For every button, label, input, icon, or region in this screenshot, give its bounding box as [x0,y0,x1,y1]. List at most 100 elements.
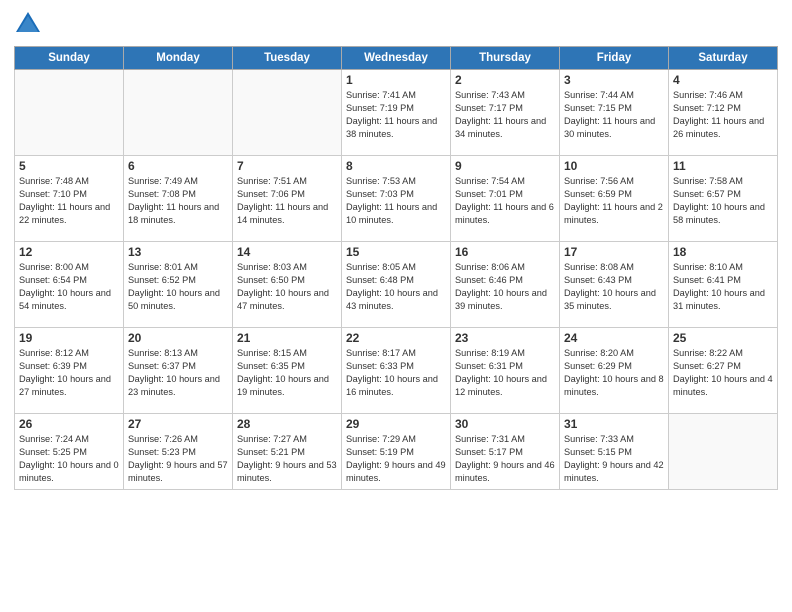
day-number: 21 [237,331,337,345]
day-info: Sunrise: 8:20 AM Sunset: 6:29 PM Dayligh… [564,347,664,399]
calendar-cell: 29 Sunrise: 7:29 AM Sunset: 5:19 PM Dayli… [342,414,451,490]
calendar-body: 1 Sunrise: 7:41 AM Sunset: 7:19 PM Daylig… [15,70,778,490]
day-info: Sunrise: 8:12 AM Sunset: 6:39 PM Dayligh… [19,347,119,399]
calendar-cell: 24 Sunrise: 8:20 AM Sunset: 6:29 PM Dayli… [560,328,669,414]
day-number: 27 [128,417,228,431]
day-header-friday: Friday [560,47,669,70]
calendar-cell: 11Sunrise: 7:58 AM Sunset: 6:57 PM Dayli… [669,156,778,242]
day-number: 19 [19,331,119,345]
day-headers-row: SundayMondayTuesdayWednesdayThursdayFrid… [15,47,778,70]
day-info: Sunrise: 7:43 AM Sunset: 7:17 PM Dayligh… [455,89,555,141]
day-info: Sunrise: 7:49 AM Sunset: 7:08 PM Dayligh… [128,175,228,227]
calendar-cell: 2Sunrise: 7:43 AM Sunset: 7:17 PM Daylig… [451,70,560,156]
week-row-2: 12 Sunrise: 8:00 AM Sunset: 6:54 PM Dayli… [15,242,778,328]
day-number: 18 [673,245,773,259]
calendar-cell: 5 Sunrise: 7:48 AM Sunset: 7:10 PM Daylig… [15,156,124,242]
day-info: Sunrise: 7:33 AM Sunset: 5:15 PM Dayligh… [564,433,664,485]
calendar-cell [124,70,233,156]
day-number: 17 [564,245,664,259]
day-header-thursday: Thursday [451,47,560,70]
calendar-cell: 1 Sunrise: 7:41 AM Sunset: 7:19 PM Daylig… [342,70,451,156]
day-info: Sunrise: 7:51 AM Sunset: 7:06 PM Dayligh… [237,175,337,227]
day-info: Sunrise: 7:58 AM Sunset: 6:57 PM Dayligh… [673,175,773,227]
day-info: Sunrise: 7:24 AM Sunset: 5:25 PM Dayligh… [19,433,119,485]
day-number: 9 [455,159,555,173]
day-number: 26 [19,417,119,431]
logo [14,10,46,38]
day-number: 3 [564,73,664,87]
day-number: 14 [237,245,337,259]
calendar-cell: 14 Sunrise: 8:03 AM Sunset: 6:50 PM Dayli… [233,242,342,328]
calendar-cell: 28 Sunrise: 7:27 AM Sunset: 5:21 PM Dayli… [233,414,342,490]
calendar-cell: 10 Sunrise: 7:56 AM Sunset: 6:59 PM Dayli… [560,156,669,242]
day-info: Sunrise: 7:56 AM Sunset: 6:59 PM Dayligh… [564,175,664,227]
week-row-1: 5 Sunrise: 7:48 AM Sunset: 7:10 PM Daylig… [15,156,778,242]
day-info: Sunrise: 7:26 AM Sunset: 5:23 PM Dayligh… [128,433,228,485]
day-info: Sunrise: 8:01 AM Sunset: 6:52 PM Dayligh… [128,261,228,313]
calendar-cell: 20Sunrise: 8:13 AM Sunset: 6:37 PM Dayli… [124,328,233,414]
day-header-tuesday: Tuesday [233,47,342,70]
day-info: Sunrise: 8:19 AM Sunset: 6:31 PM Dayligh… [455,347,555,399]
calendar-cell: 3 Sunrise: 7:44 AM Sunset: 7:15 PM Daylig… [560,70,669,156]
day-number: 25 [673,331,773,345]
day-info: Sunrise: 7:46 AM Sunset: 7:12 PM Dayligh… [673,89,773,141]
calendar-cell: 9 Sunrise: 7:54 AM Sunset: 7:01 PM Daylig… [451,156,560,242]
day-info: Sunrise: 8:15 AM Sunset: 6:35 PM Dayligh… [237,347,337,399]
day-info: Sunrise: 8:08 AM Sunset: 6:43 PM Dayligh… [564,261,664,313]
calendar-cell: 30 Sunrise: 7:31 AM Sunset: 5:17 PM Dayli… [451,414,560,490]
calendar-cell: 31Sunrise: 7:33 AM Sunset: 5:15 PM Dayli… [560,414,669,490]
day-number: 12 [19,245,119,259]
calendar-cell: 15Sunrise: 8:05 AM Sunset: 6:48 PM Dayli… [342,242,451,328]
day-info: Sunrise: 8:17 AM Sunset: 6:33 PM Dayligh… [346,347,446,399]
calendar-cell: 16 Sunrise: 8:06 AM Sunset: 6:46 PM Dayli… [451,242,560,328]
calendar-cell: 25 Sunrise: 8:22 AM Sunset: 6:27 PM Dayli… [669,328,778,414]
day-number: 6 [128,159,228,173]
day-number: 16 [455,245,555,259]
day-header-wednesday: Wednesday [342,47,451,70]
day-number: 8 [346,159,446,173]
day-info: Sunrise: 8:00 AM Sunset: 6:54 PM Dayligh… [19,261,119,313]
day-info: Sunrise: 8:03 AM Sunset: 6:50 PM Dayligh… [237,261,337,313]
day-info: Sunrise: 8:05 AM Sunset: 6:48 PM Dayligh… [346,261,446,313]
day-info: Sunrise: 7:41 AM Sunset: 7:19 PM Dayligh… [346,89,446,141]
day-number: 28 [237,417,337,431]
day-number: 24 [564,331,664,345]
day-number: 10 [564,159,664,173]
calendar-cell: 13 Sunrise: 8:01 AM Sunset: 6:52 PM Dayli… [124,242,233,328]
logo-icon [14,10,42,38]
calendar-cell [669,414,778,490]
day-info: Sunrise: 7:31 AM Sunset: 5:17 PM Dayligh… [455,433,555,485]
day-info: Sunrise: 7:48 AM Sunset: 7:10 PM Dayligh… [19,175,119,227]
calendar-cell: 12 Sunrise: 8:00 AM Sunset: 6:54 PM Dayli… [15,242,124,328]
calendar-cell: 27 Sunrise: 7:26 AM Sunset: 5:23 PM Dayli… [124,414,233,490]
calendar-cell [233,70,342,156]
calendar-cell: 4 Sunrise: 7:46 AM Sunset: 7:12 PM Daylig… [669,70,778,156]
day-number: 23 [455,331,555,345]
calendar-cell: 8Sunrise: 7:53 AM Sunset: 7:03 PM Daylig… [342,156,451,242]
day-header-saturday: Saturday [669,47,778,70]
header [14,10,778,38]
day-number: 7 [237,159,337,173]
calendar-cell [15,70,124,156]
day-info: Sunrise: 7:27 AM Sunset: 5:21 PM Dayligh… [237,433,337,485]
day-number: 4 [673,73,773,87]
day-number: 29 [346,417,446,431]
calendar-table: SundayMondayTuesdayWednesdayThursdayFrid… [14,46,778,490]
calendar-cell: 26 Sunrise: 7:24 AM Sunset: 5:25 PM Dayli… [15,414,124,490]
day-info: Sunrise: 7:29 AM Sunset: 5:19 PM Dayligh… [346,433,446,485]
day-number: 30 [455,417,555,431]
day-info: Sunrise: 8:06 AM Sunset: 6:46 PM Dayligh… [455,261,555,313]
day-info: Sunrise: 8:22 AM Sunset: 6:27 PM Dayligh… [673,347,773,399]
calendar-cell: 19 Sunrise: 8:12 AM Sunset: 6:39 PM Dayli… [15,328,124,414]
day-number: 1 [346,73,446,87]
day-header-sunday: Sunday [15,47,124,70]
day-number: 5 [19,159,119,173]
day-number: 13 [128,245,228,259]
day-info: Sunrise: 7:44 AM Sunset: 7:15 PM Dayligh… [564,89,664,141]
week-row-0: 1 Sunrise: 7:41 AM Sunset: 7:19 PM Daylig… [15,70,778,156]
day-header-monday: Monday [124,47,233,70]
day-info: Sunrise: 7:54 AM Sunset: 7:01 PM Dayligh… [455,175,555,227]
calendar-cell: 23 Sunrise: 8:19 AM Sunset: 6:31 PM Dayli… [451,328,560,414]
calendar-cell: 21 Sunrise: 8:15 AM Sunset: 6:35 PM Dayli… [233,328,342,414]
week-row-4: 26 Sunrise: 7:24 AM Sunset: 5:25 PM Dayli… [15,414,778,490]
